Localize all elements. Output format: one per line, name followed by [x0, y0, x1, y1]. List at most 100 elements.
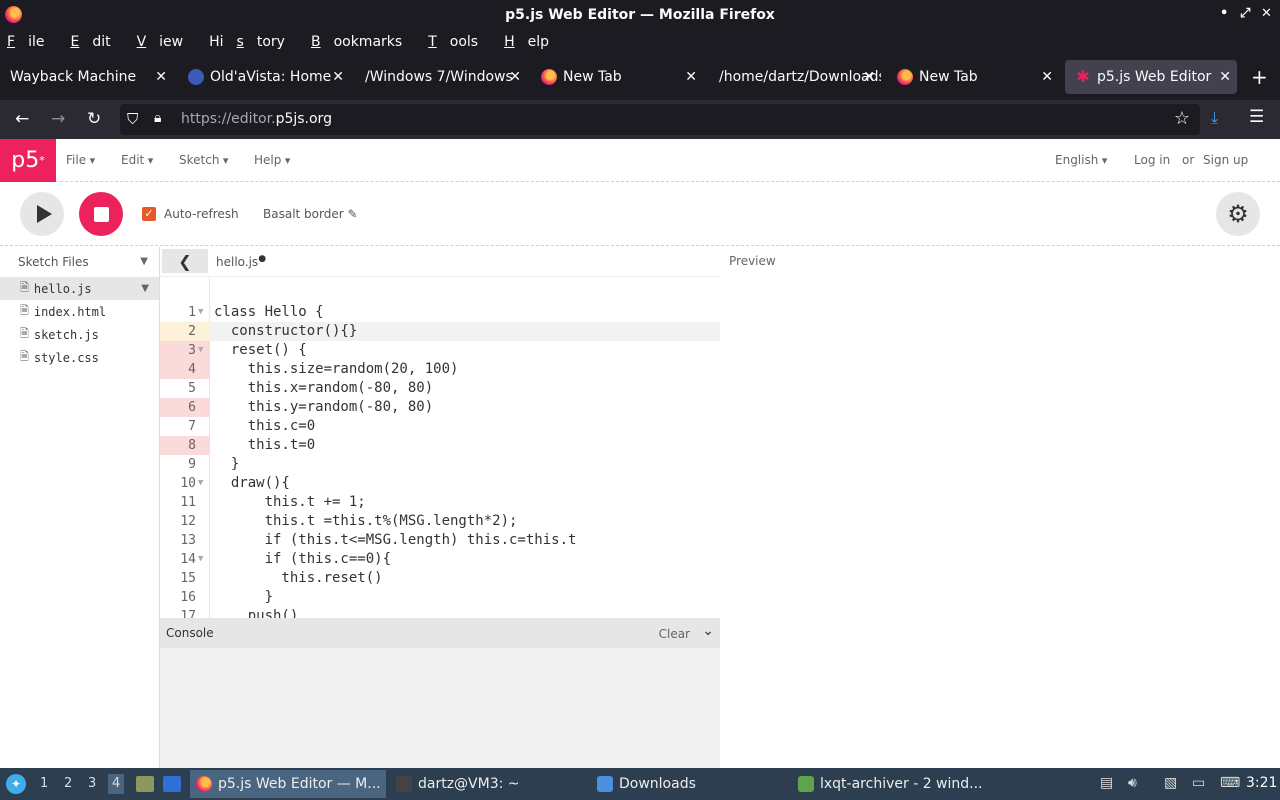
- task-terminal[interactable]: dartz@VM3: ~: [390, 770, 590, 798]
- close-tab-icon[interactable]: ✕: [1041, 69, 1053, 85]
- menu-view[interactable]: View: [137, 34, 197, 50]
- auto-refresh-toggle[interactable]: ✓ Auto-refresh: [142, 207, 239, 221]
- code-text[interactable]: this.c=0: [214, 417, 315, 436]
- tab-p5js-web-editor[interactable]: ✱ p5.js Web Editor ✕: [1065, 60, 1237, 94]
- pencil-icon[interactable]: ✎: [348, 207, 358, 221]
- code-line[interactable]: 13 if (this.t<=MSG.length) this.c=this.t: [160, 531, 720, 550]
- code-line[interactable]: 17 push(): [160, 607, 720, 618]
- code-line[interactable]: 15 this.reset(): [160, 569, 720, 588]
- close-tab-icon[interactable]: ✕: [509, 69, 521, 85]
- p5-menu-file[interactable]: File: [66, 153, 95, 167]
- tab-wayback-machine[interactable]: Wayback Machine ✕: [0, 60, 173, 94]
- file-item-index-html[interactable]: 🗎 index.html: [0, 300, 159, 323]
- code-line[interactable]: 7 this.c=0: [160, 417, 720, 436]
- file-item-hello-js[interactable]: 🗎 hello.js ▼: [0, 277, 159, 300]
- reload-icon[interactable]: ↻: [87, 109, 101, 129]
- p5-menu-help[interactable]: Help: [254, 153, 290, 167]
- language-select[interactable]: English: [1055, 153, 1107, 167]
- code-line[interactable]: 14 ▼ if (this.c==0){: [160, 550, 720, 569]
- auto-refresh-checkbox[interactable]: ✓: [142, 207, 156, 221]
- stop-button[interactable]: [79, 192, 123, 236]
- fold-arrow-icon[interactable]: ▼: [198, 303, 203, 322]
- close-tab-icon[interactable]: ✕: [155, 69, 167, 85]
- code-text[interactable]: this.t += 1;: [214, 493, 366, 512]
- code-line[interactable]: 6 this.y=random(-80, 80): [160, 398, 720, 417]
- menu-file[interactable]: File: [7, 34, 57, 50]
- code-text[interactable]: }: [214, 588, 273, 607]
- tab-windows7[interactable]: /Windows 7/Windows ✕: [355, 60, 527, 94]
- code-text[interactable]: push(): [214, 607, 299, 618]
- code-text[interactable]: this.t=0: [214, 436, 315, 455]
- code-text[interactable]: constructor(){}: [214, 322, 357, 341]
- menu-bookmarks[interactable]: Bookmarks: [311, 34, 415, 50]
- editor-file-tab[interactable]: hello.js●: [216, 254, 266, 269]
- hamburger-menu-icon[interactable]: ☰: [1249, 107, 1264, 127]
- sketch-files-header[interactable]: Sketch Files ▼: [0, 247, 159, 277]
- code-text[interactable]: draw(){: [214, 474, 290, 493]
- desktop-4[interactable]: 4: [108, 774, 125, 794]
- code-text[interactable]: this.y=random(-80, 80): [214, 398, 433, 417]
- code-line[interactable]: 12 this.t =this.t%(MSG.length*2);: [160, 512, 720, 531]
- menu-edit[interactable]: Edit: [70, 34, 123, 50]
- back-icon[interactable]: ←: [15, 109, 29, 129]
- menu-help[interactable]: Help: [504, 34, 562, 50]
- notes-icon[interactable]: ▧: [1164, 775, 1177, 791]
- code-text[interactable]: class Hello {: [214, 303, 324, 322]
- task-firefox[interactable]: p5.js Web Editor — M...: [190, 770, 386, 798]
- keyboard-icon[interactable]: ⌨: [1220, 775, 1240, 791]
- p5-menu-edit[interactable]: Edit: [121, 153, 153, 167]
- close-tab-icon[interactable]: ✕: [332, 69, 344, 85]
- code-text[interactable]: if (this.t<=MSG.length) this.c=this.t: [214, 531, 577, 550]
- tab-new-tab-2[interactable]: New Tab ✕: [887, 60, 1059, 94]
- tab-home-downloads[interactable]: /home/dartz/Downloads ✕: [709, 60, 881, 94]
- signup-link[interactable]: Sign up: [1203, 153, 1248, 167]
- desktop-3[interactable]: 3: [88, 776, 96, 791]
- code-line[interactable]: 5 this.x=random(-80, 80): [160, 379, 720, 398]
- forward-icon[interactable]: →: [51, 109, 65, 129]
- close-tab-icon[interactable]: ✕: [1219, 69, 1231, 85]
- close-tab-icon[interactable]: ✕: [685, 69, 697, 85]
- p5-menu-sketch[interactable]: Sketch: [179, 153, 228, 167]
- volume-icon[interactable]: 🔊︎: [1128, 775, 1137, 791]
- show-desktop-icon[interactable]: [136, 776, 154, 792]
- code-text[interactable]: if (this.c==0){: [214, 550, 391, 569]
- task-archiver[interactable]: lxqt-archiver - 2 wind...: [792, 770, 992, 798]
- desktop-2[interactable]: 2: [64, 776, 72, 791]
- maximize-icon[interactable]: ⤢: [1240, 6, 1250, 21]
- tab-oldavista[interactable]: Old'aVista: Home ✕: [178, 60, 350, 94]
- chevron-down-icon[interactable]: ▼: [140, 256, 148, 267]
- network-icon[interactable]: ▭: [1192, 775, 1205, 791]
- file-item-sketch-js[interactable]: 🗎 sketch.js: [0, 323, 159, 346]
- file-item-style-css[interactable]: 🗎 style.css: [0, 346, 159, 369]
- code-text[interactable]: this.size=random(20, 100): [214, 360, 459, 379]
- chevron-down-icon[interactable]: ⌄: [702, 623, 714, 639]
- bookmark-star-icon[interactable]: ☆: [1174, 108, 1190, 129]
- chevron-down-icon[interactable]: ▼: [141, 283, 149, 294]
- lock-icon[interactable]: 🔒︎: [154, 110, 161, 126]
- fold-arrow-icon[interactable]: ▼: [198, 341, 203, 360]
- menu-tools[interactable]: Tools: [428, 34, 491, 50]
- code-text[interactable]: this.reset(): [214, 569, 382, 588]
- close-window-icon[interactable]: ✕: [1261, 6, 1272, 21]
- desktop-1[interactable]: 1: [40, 776, 48, 791]
- file-manager-icon[interactable]: [163, 776, 181, 792]
- code-line[interactable]: 11 this.t += 1;: [160, 493, 720, 512]
- code-line[interactable]: 2 constructor(){}: [160, 322, 720, 341]
- console-body[interactable]: [160, 648, 720, 768]
- play-button[interactable]: [20, 192, 64, 236]
- code-text[interactable]: this.t =this.t%(MSG.length*2);: [214, 512, 518, 531]
- code-text[interactable]: this.x=random(-80, 80): [214, 379, 433, 398]
- tab-new-tab-1[interactable]: New Tab ✕: [531, 60, 703, 94]
- settings-button[interactable]: ⚙: [1216, 192, 1260, 236]
- minimize-icon[interactable]: •: [1220, 6, 1228, 21]
- code-editor[interactable]: 1 ▼ class Hello {2 constructor(){} 3 ▼ reset…: [160, 276, 720, 618]
- collapse-sidebar-button[interactable]: ❮: [162, 249, 208, 273]
- new-tab-button[interactable]: +: [1251, 67, 1268, 87]
- code-line[interactable]: 1 ▼ class Hello {: [160, 303, 720, 322]
- url-text[interactable]: https://editor.p5js.org: [181, 111, 332, 127]
- fold-arrow-icon[interactable]: ▼: [198, 550, 203, 569]
- console-clear-button[interactable]: Clear: [659, 627, 690, 641]
- fold-arrow-icon[interactable]: ▼: [198, 474, 203, 493]
- login-link[interactable]: Log in: [1134, 153, 1170, 167]
- start-menu-icon[interactable]: ✦: [6, 774, 26, 794]
